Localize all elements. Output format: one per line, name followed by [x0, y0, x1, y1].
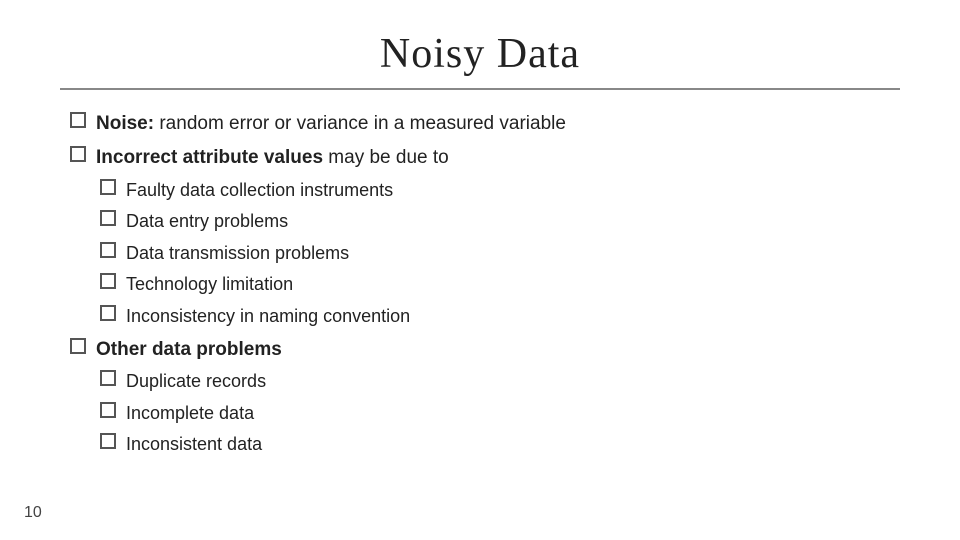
- list-item-incomplete: Incomplete data: [100, 398, 266, 430]
- faulty-text: Faulty data collection instruments: [126, 175, 393, 207]
- slide: Noisy Data Noise: random error or varian…: [0, 0, 960, 540]
- slide-title: Noisy Data: [60, 30, 900, 78]
- incomplete-text: Incomplete data: [126, 398, 254, 430]
- list-item-faulty: Faulty data collection instruments: [100, 175, 410, 207]
- list-item-other: Other data problems Duplicate records In…: [70, 334, 900, 461]
- list-item-duplicate: Duplicate records: [100, 366, 266, 398]
- divider: [60, 88, 900, 90]
- inconsistent-text: Inconsistent data: [126, 429, 262, 461]
- title-area: Noisy Data: [60, 30, 900, 78]
- incorrect-text: Incorrect attribute values may be due to: [96, 142, 449, 174]
- duplicate-text: Duplicate records: [126, 366, 266, 398]
- sub-list-other: Duplicate records Incomplete data Incons…: [100, 366, 266, 461]
- checkbox-other: [70, 338, 86, 354]
- incorrect-normal: may be due to: [323, 147, 449, 168]
- checkbox-noise: [70, 112, 86, 128]
- list-item-incorrect: Incorrect attribute values may be due to…: [70, 142, 900, 332]
- list-item-inconsistent: Inconsistent data: [100, 429, 266, 461]
- content-area: Noise: random error or variance in a mea…: [60, 108, 900, 510]
- checkbox-data-transmission: [100, 242, 116, 258]
- inconsistency-text: Inconsistency in naming convention: [126, 301, 410, 333]
- page-number: 10: [24, 504, 42, 522]
- noise-bold: Noise:: [96, 113, 154, 134]
- list-item-inconsistency: Inconsistency in naming convention: [100, 301, 410, 333]
- list-item-data-transmission: Data transmission problems: [100, 238, 410, 270]
- noise-normal: random error or variance in a measured v…: [154, 113, 566, 134]
- checkbox-inconsistent: [100, 433, 116, 449]
- incorrect-bold: Incorrect attribute values: [96, 147, 323, 168]
- list-item-technology: Technology limitation: [100, 269, 410, 301]
- data-transmission-text: Data transmission problems: [126, 238, 349, 270]
- checkbox-faulty: [100, 179, 116, 195]
- checkbox-incomplete: [100, 402, 116, 418]
- checkbox-data-entry: [100, 210, 116, 226]
- other-text: Other data problems: [96, 334, 282, 366]
- checkbox-technology: [100, 273, 116, 289]
- sub-list-incorrect: Faulty data collection instruments Data …: [100, 175, 410, 333]
- technology-text: Technology limitation: [126, 269, 293, 301]
- data-entry-text: Data entry problems: [126, 206, 288, 238]
- noise-text: Noise: random error or variance in a mea…: [96, 108, 566, 140]
- list-item-noise: Noise: random error or variance in a mea…: [70, 108, 900, 140]
- other-bold: Other data problems: [96, 339, 282, 360]
- checkbox-duplicate: [100, 370, 116, 386]
- main-list: Noise: random error or variance in a mea…: [70, 108, 900, 461]
- checkbox-inconsistency: [100, 305, 116, 321]
- list-item-data-entry: Data entry problems: [100, 206, 410, 238]
- checkbox-incorrect: [70, 146, 86, 162]
